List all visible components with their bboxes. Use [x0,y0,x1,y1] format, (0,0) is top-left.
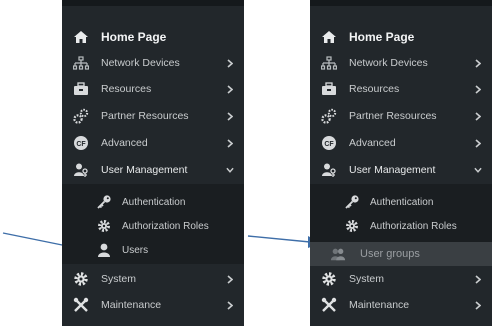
submenu-item-user-groups[interactable]: User groups [310,242,492,266]
menu-item-user-management[interactable]: User Management [310,157,492,183]
menu-item-label: Home Page [349,30,415,44]
submenu-item-label: Authorization Roles [370,220,457,232]
submenu-item-authentication[interactable]: Authentication [62,190,244,214]
svg-text:CF: CF [76,141,86,148]
menu-item-label: Resources [349,83,400,95]
key-icon [344,194,360,210]
chevron-right-icon [226,84,234,94]
chevron-right-icon [474,274,482,284]
menu-item-resources[interactable]: Resources [310,76,492,102]
network-icon [73,55,89,71]
submenu-item-authorization-roles[interactable]: Authorization Roles [62,214,244,238]
menu-item-label: Network Devices [349,57,428,69]
chevron-right-icon [474,300,482,310]
sidebar-menu-before: Home Page Network Devices Resources Part… [62,0,244,326]
gears-icon [321,108,337,124]
advanced-icon: CF [321,135,337,151]
menu-item-label: Partner Resources [101,110,189,122]
menu-item-home-page[interactable]: Home Page [62,24,244,50]
menu-item-label: Advanced [101,137,148,149]
menu-item-maintenance[interactable]: Maintenance [310,292,492,318]
menu-item-label: User Management [101,164,188,176]
chevron-right-icon [226,58,234,68]
chevron-down-icon [474,165,482,175]
menu-item-partner-resources[interactable]: Partner Resources [310,103,492,129]
cog-icon [321,271,337,287]
submenu-item-label: Authentication [122,196,186,208]
tools-icon [321,297,337,313]
svg-text:CF: CF [324,141,334,148]
menu-item-home-page[interactable]: Home Page [310,24,492,50]
menu-item-label: Advanced [349,137,396,149]
menu-item-resources[interactable]: Resources [62,76,244,102]
network-icon [321,55,337,71]
menu-item-network-devices[interactable]: Network Devices [310,50,492,76]
menu-item-partner-resources[interactable]: Partner Resources [62,103,244,129]
submenu-item-users[interactable]: Users [62,238,244,262]
chevron-right-icon [226,300,234,310]
menu-item-label: Network Devices [101,57,180,69]
user-group-icon [330,246,346,262]
chevron-right-icon [474,138,482,148]
menu-item-label: Maintenance [349,299,410,311]
user-icon [96,242,112,258]
chevron-down-icon [226,165,234,175]
user-key-icon [321,162,337,178]
submenu-item-label: Authorization Roles [122,220,209,232]
chevron-right-icon [226,111,234,121]
gear-icon [344,218,360,234]
sidebar-menu-after: Home Page Network Devices Resources Part… [310,0,492,326]
menu-item-label: System [349,273,385,285]
home-icon [321,29,337,45]
menu-item-system[interactable]: System [310,266,492,292]
key-icon [96,194,112,210]
menu-item-advanced[interactable]: CF Advanced [310,130,492,156]
menu-item-label: Home Page [101,30,167,44]
menu-item-advanced[interactable]: CF Advanced [62,130,244,156]
chevron-right-icon [474,84,482,94]
toolbox-icon [321,81,337,97]
cog-icon [73,271,89,287]
home-icon [73,29,89,45]
submenu-item-authorization-roles[interactable]: Authorization Roles [310,214,492,238]
chevron-right-icon [474,58,482,68]
toolbox-icon [73,81,89,97]
chevron-right-icon [474,111,482,121]
menu-item-label: Partner Resources [349,110,437,122]
advanced-icon: CF [73,135,89,151]
submenu-item-label: User groups [360,248,420,260]
menu-item-system[interactable]: System [62,266,244,292]
submenu-item-label: Users [122,244,149,256]
menu-item-network-devices[interactable]: Network Devices [62,50,244,76]
menu-item-user-management[interactable]: User Management [62,157,244,183]
gear-icon [96,218,112,234]
user-key-icon [73,162,89,178]
menu-item-label: System [101,273,137,285]
menu-item-label: User Management [349,164,436,176]
gears-icon [73,108,89,124]
menu-item-label: Maintenance [101,299,162,311]
chevron-right-icon [226,274,234,284]
menu-item-maintenance[interactable]: Maintenance [62,292,244,318]
menu-item-label: Resources [101,83,152,95]
tools-icon [73,297,89,313]
submenu-item-label: Authentication [370,196,434,208]
submenu-item-authentication[interactable]: Authentication [310,190,492,214]
chevron-right-icon [226,138,234,148]
